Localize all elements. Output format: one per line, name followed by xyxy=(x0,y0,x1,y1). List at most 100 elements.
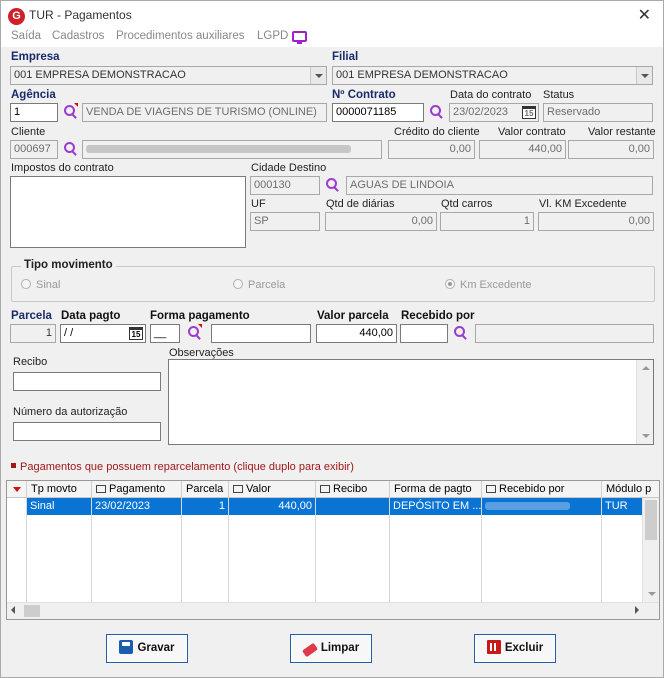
uf-field: SP xyxy=(250,212,320,231)
empresa-select[interactable]: 001 EMPRESA DEMONSTRACAO xyxy=(10,66,327,85)
data-pagto-input[interactable]: / / 15 xyxy=(60,324,146,343)
search-icon[interactable] xyxy=(326,178,340,192)
search-icon[interactable] xyxy=(64,142,78,156)
grid-indicator-header[interactable] xyxy=(7,481,27,498)
chevron-down-icon[interactable] xyxy=(310,67,326,84)
scroll-thumb[interactable] xyxy=(645,500,657,540)
col-parcela[interactable]: Parcela xyxy=(182,481,229,498)
cidade-name-field: AGUAS DE LINDOIA xyxy=(346,176,653,195)
credito-label: Crédito do cliente xyxy=(394,126,480,138)
agencia-code-input[interactable]: 1 xyxy=(10,103,58,122)
grid-column-line xyxy=(315,498,316,602)
col-pagamento[interactable]: Pagamento xyxy=(92,481,182,498)
cliente-code-field: 000697 xyxy=(10,140,58,159)
contrato-input[interactable]: 0000071185 xyxy=(332,103,424,122)
scroll-right-icon[interactable] xyxy=(635,606,639,614)
radio-km-excedente[interactable]: Km Excedente xyxy=(445,279,532,291)
calendar-icon[interactable]: 15 xyxy=(522,106,536,119)
filial-label: Filial xyxy=(332,51,359,63)
card-icon xyxy=(486,485,496,493)
radio-parcela-label: Parcela xyxy=(248,279,286,291)
reparcelamento-note: Pagamentos que possuem reparcelamento (c… xyxy=(11,461,354,473)
filial-select[interactable]: 001 EMPRESA DEMONSTRACAO xyxy=(332,66,653,85)
search-icon[interactable] xyxy=(64,105,78,119)
scroll-up-icon[interactable] xyxy=(642,366,650,370)
gravar-label: Gravar xyxy=(137,642,175,654)
col-forma-pagto[interactable]: Forma de pagto xyxy=(390,481,482,498)
observacoes-scrollbar[interactable] xyxy=(636,360,653,444)
cell-recebido[interactable] xyxy=(482,498,602,515)
window-title: TUR - Pagamentos xyxy=(29,8,132,22)
observacoes-textarea[interactable] xyxy=(168,359,654,445)
cell-parcela[interactable]: 1 xyxy=(182,498,229,515)
col-recibo-label: Recibo xyxy=(333,483,368,495)
data-contrato-label: Data do contrato xyxy=(450,89,532,101)
grid-horizontal-scrollbar[interactable] xyxy=(7,602,659,619)
grid-column-line xyxy=(389,498,390,602)
cell-valor[interactable]: 440,00 xyxy=(229,498,316,515)
search-icon[interactable] xyxy=(430,105,444,119)
scroll-left-icon[interactable] xyxy=(11,606,15,614)
menu-saida[interactable]: Saída xyxy=(11,30,41,42)
excluir-label: Excluir xyxy=(504,642,544,654)
col-tp-movto[interactable]: Tp movto xyxy=(27,481,92,498)
scroll-down-icon[interactable] xyxy=(648,592,656,596)
recebido-por-code-input[interactable] xyxy=(400,324,448,343)
credito-field: 0,00 xyxy=(388,140,475,159)
radio-parcela[interactable]: Parcela xyxy=(233,279,285,291)
cell-forma[interactable]: DEPÓSITO EM ... xyxy=(390,498,482,515)
valor-parcela-label: Valor parcela xyxy=(317,310,389,322)
search-icon[interactable] xyxy=(188,326,202,340)
impostos-list[interactable] xyxy=(10,176,246,248)
close-icon[interactable]: ✕ xyxy=(638,5,651,25)
search-icon[interactable] xyxy=(454,326,468,340)
grid-header: Tp movto Pagamento Parcela Valor Recibo … xyxy=(7,481,659,498)
data-pagto-value: / / xyxy=(64,327,74,339)
valor-contrato-label: Valor contrato xyxy=(498,126,566,138)
cell-recibo[interactable] xyxy=(316,498,390,515)
menu-lgpd[interactable]: LGPD xyxy=(257,30,288,42)
radio-sinal[interactable]: Sinal xyxy=(21,279,60,291)
valor-contrato-field: 440,00 xyxy=(479,140,566,159)
app-logo-icon: G xyxy=(8,8,25,25)
cell-pagamento[interactable]: 23/02/2023 xyxy=(92,498,182,515)
recibo-input[interactable] xyxy=(13,372,161,391)
chevron-down-icon[interactable] xyxy=(636,67,652,84)
qtd-carros-label: Qtd carros xyxy=(441,198,493,210)
forma-pagamento-label: Forma pagamento xyxy=(150,310,250,322)
col-valor[interactable]: Valor xyxy=(229,481,316,498)
save-icon xyxy=(119,640,134,654)
sort-indicator-icon xyxy=(13,487,21,492)
cell-tp-movto[interactable]: Sinal xyxy=(27,498,92,515)
pagamentos-grid[interactable]: Tp movto Pagamento Parcela Valor Recibo … xyxy=(6,480,660,620)
scroll-down-icon[interactable] xyxy=(642,434,650,438)
menu-procedimentos[interactable]: Procedimentos auxiliares xyxy=(116,30,244,42)
status-label: Status xyxy=(543,89,575,101)
eraser-icon xyxy=(301,642,318,658)
forma-code-input[interactable]: __ xyxy=(150,324,180,343)
col-modulo[interactable]: Módulo p xyxy=(602,481,659,498)
menu-bar: Saída Cadastros Procedimentos auxiliares… xyxy=(1,29,663,47)
gravar-button[interactable]: Gravar xyxy=(106,634,188,663)
col-recibo[interactable]: Recibo xyxy=(316,481,390,498)
receipt-icon xyxy=(320,485,330,493)
menu-cadastros[interactable]: Cadastros xyxy=(52,30,104,42)
grid-vertical-scrollbar[interactable] xyxy=(642,498,659,602)
grid-column-line xyxy=(26,498,27,602)
data-pagto-label: Data pagto xyxy=(61,310,121,322)
calendar-icon[interactable]: 15 xyxy=(129,327,143,340)
valor-parcela-input[interactable]: 440,00 xyxy=(316,324,397,343)
limpar-button[interactable]: Limpar xyxy=(290,634,372,663)
required-marker xyxy=(198,324,202,328)
monitor-icon[interactable] xyxy=(292,31,307,44)
cell-modulo[interactable]: TUR xyxy=(602,498,644,515)
scroll-thumb[interactable] xyxy=(24,605,40,617)
qtd-carros-field: 1 xyxy=(440,212,534,231)
radio-icon xyxy=(233,279,243,289)
trash-icon xyxy=(486,640,501,654)
cliente-label: Cliente xyxy=(11,126,46,138)
col-recebido-por[interactable]: Recebido por xyxy=(482,481,602,498)
excluir-button[interactable]: Excluir xyxy=(474,634,556,663)
table-row[interactable]: Sinal 23/02/2023 1 440,00 DEPÓSITO EM ..… xyxy=(7,498,659,515)
numero-autorizacao-input[interactable] xyxy=(13,422,161,441)
